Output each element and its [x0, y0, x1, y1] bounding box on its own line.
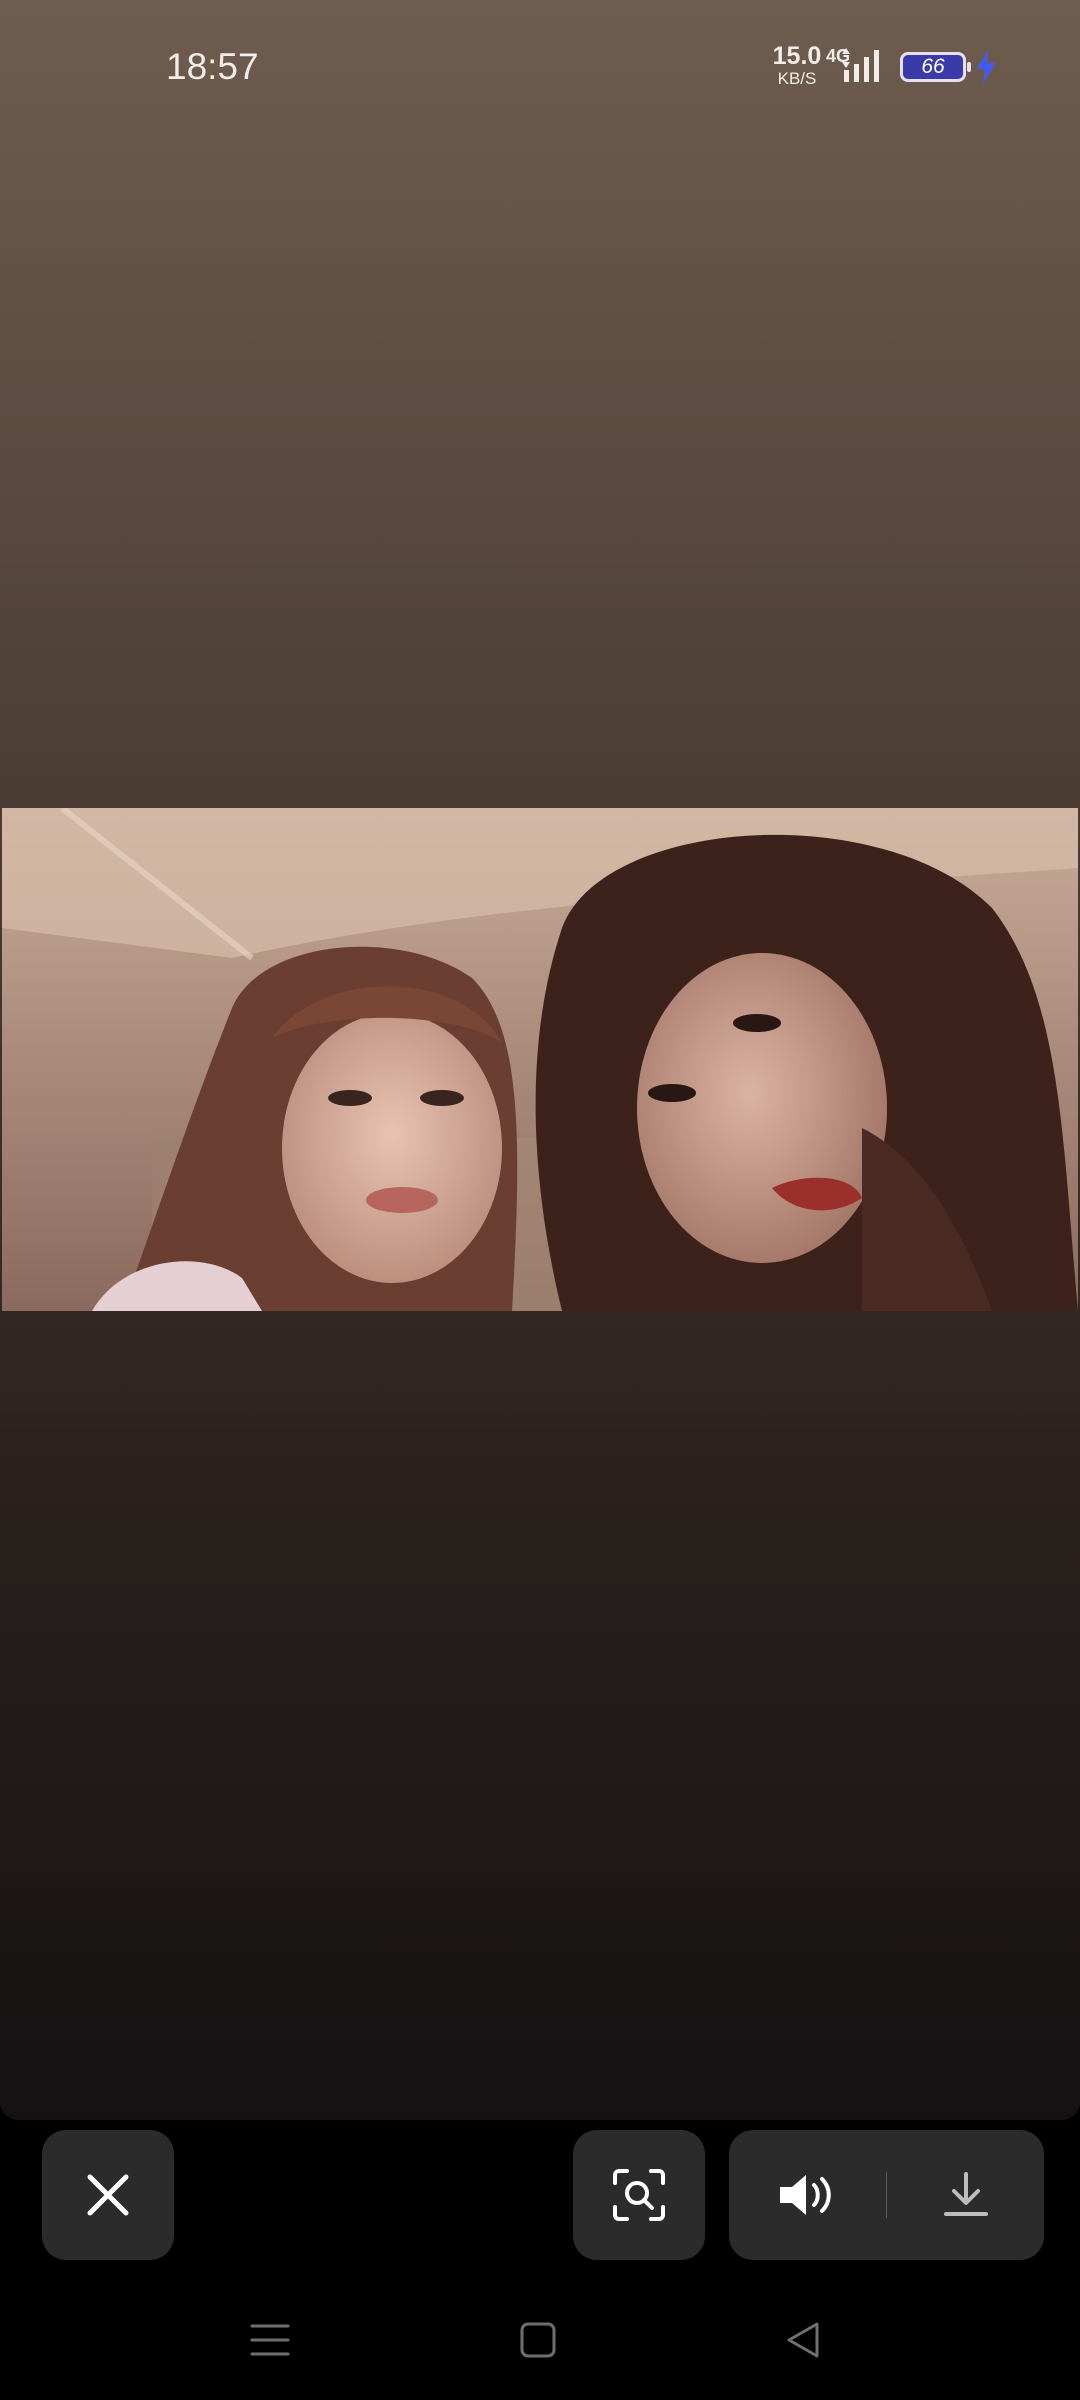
- visual-search-button[interactable]: [573, 2130, 705, 2260]
- status-time: 18:57: [166, 46, 259, 87]
- network-speed: 15.0 KB/S: [768, 42, 826, 88]
- back-button[interactable]: [773, 2310, 833, 2370]
- network-speed-value: 15.0: [772, 42, 822, 70]
- charging-icon: [977, 50, 995, 84]
- close-button[interactable]: [42, 2130, 174, 2260]
- close-icon: [87, 2174, 129, 2216]
- battery-level: 66: [921, 55, 945, 78]
- signal-strength-icon: [842, 48, 879, 82]
- download-button[interactable]: [887, 2130, 1044, 2260]
- home-square-icon: [520, 2322, 556, 2358]
- menu-icon: [250, 2324, 290, 2356]
- download-icon: [943, 2172, 988, 2216]
- media-actions-group: [729, 2130, 1044, 2260]
- back-triangle-icon: [787, 2322, 819, 2358]
- viewer-screen: 18:57 15.0 KB/S 4G 66: [0, 0, 1080, 2120]
- home-button[interactable]: [508, 2310, 568, 2370]
- battery-icon: 66: [900, 52, 971, 82]
- volume-on-icon: [780, 2175, 831, 2215]
- visual-search-icon: [613, 2169, 665, 2221]
- network-speed-unit: KB/S: [777, 69, 817, 88]
- media-photo[interactable]: [2, 808, 1078, 1311]
- recent-apps-button[interactable]: [240, 2310, 300, 2370]
- sound-toggle-button[interactable]: [729, 2130, 886, 2260]
- photo-illustration: [2, 808, 1078, 1311]
